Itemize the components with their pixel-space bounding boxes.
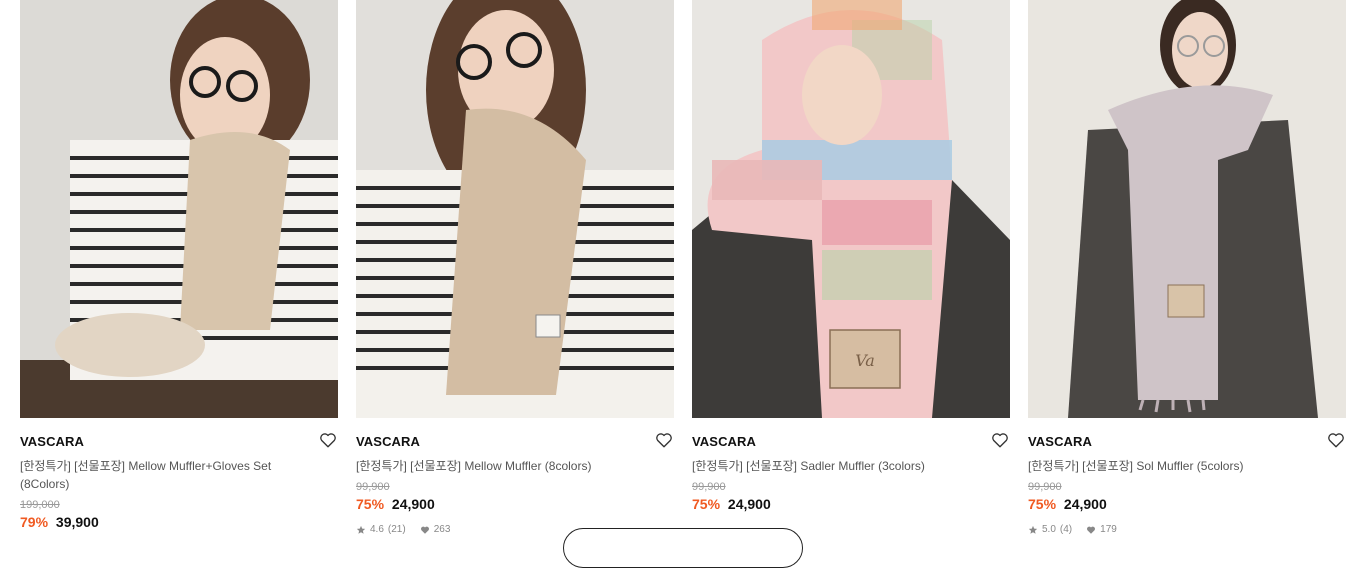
heart-outline-icon[interactable] [319,431,337,449]
heart-outline-icon[interactable] [655,431,673,449]
product-image[interactable] [1028,0,1346,418]
original-price: 99,900 [1028,481,1062,493]
product-grid: VASCARA [한정특가] [선물포장] Mellow Muffler+Glo… [20,0,1346,535]
product-title[interactable]: [한정특가] [선물포장] Mellow Muffler+Gloves Set … [20,457,338,493]
review-count: (4) [1059,524,1073,535]
heart-outline-icon[interactable] [1327,431,1345,449]
rating-value: 4.6 [370,524,384,535]
product-info: VASCARA [한정특가] [선물포장] Sol Muffler (5colo… [1028,418,1346,535]
product-title[interactable]: [한정특가] [선물포장] Sadler Muffler (3colors) [692,457,1010,475]
product-card[interactable]: VASCARA [한정특가] [선물포장] Mellow Muffler (8c… [356,0,674,535]
original-price: 99,900 [692,481,726,493]
price-row: 75% 24,900 [1028,496,1346,512]
product-brand[interactable]: VASCARA [1028,434,1346,449]
review-count: (21) [387,524,406,535]
sale-price: 24,900 [391,496,435,512]
price-row: 75% 24,900 [356,496,674,512]
sale-price: 24,900 [727,496,771,512]
like-count: 263 [433,524,451,535]
star-icon [356,525,366,534]
like-count: 179 [1100,524,1117,535]
svg-text:Va: Va [855,351,875,370]
product-info: VASCARA [한정특가] [선물포장] Sadler Muffler (3c… [692,418,1010,512]
discount-rate: 75% [692,496,721,512]
product-brand[interactable]: VASCARA [356,434,674,449]
sale-price: 39,900 [55,514,99,530]
discount-rate: 75% [1028,496,1057,512]
product-info: VASCARA [한정특가] [선물포장] Mellow Muffler (8c… [356,418,674,535]
original-price: 199,000 [20,499,60,511]
product-card[interactable]: VASCARA [한정특가] [선물포장] Sol Muffler (5colo… [1028,0,1346,535]
discount-rate: 75% [356,496,385,512]
product-photo [356,0,674,418]
product-info: VASCARA [한정특가] [선물포장] Mellow Muffler+Glo… [20,418,338,530]
product-photo [1028,0,1346,418]
price-row: 79% 39,900 [20,514,338,530]
product-image[interactable] [20,0,338,418]
original-price: 99,900 [356,481,390,493]
price-row: 75% 24,900 [692,496,1010,512]
product-title[interactable]: [한정특가] [선물포장] Mellow Muffler (8colors) [356,457,674,475]
product-stats: 5.0 (4) 179 [1028,524,1346,535]
product-photo: Va [692,0,1010,418]
product-card[interactable]: VASCARA [한정특가] [선물포장] Mellow Muffler+Glo… [20,0,338,535]
discount-rate: 79% [20,514,49,530]
load-more-button[interactable] [563,528,803,568]
product-brand[interactable]: VASCARA [692,434,1010,449]
product-image[interactable]: Va [692,0,1010,418]
product-card[interactable]: Va VASCARA [한정특가] [선물포장] Sadler Muffler … [692,0,1010,535]
heart-outline-icon[interactable] [991,431,1009,449]
rating-value: 5.0 [1042,524,1056,535]
product-photo [20,0,338,418]
heart-filled-icon [1087,526,1096,534]
product-title[interactable]: [한정특가] [선물포장] Sol Muffler (5colors) [1028,457,1346,475]
product-brand[interactable]: VASCARA [20,434,338,449]
product-image[interactable] [356,0,674,418]
sale-price: 24,900 [1063,496,1107,512]
star-icon [1028,525,1038,534]
heart-filled-icon [420,526,429,534]
